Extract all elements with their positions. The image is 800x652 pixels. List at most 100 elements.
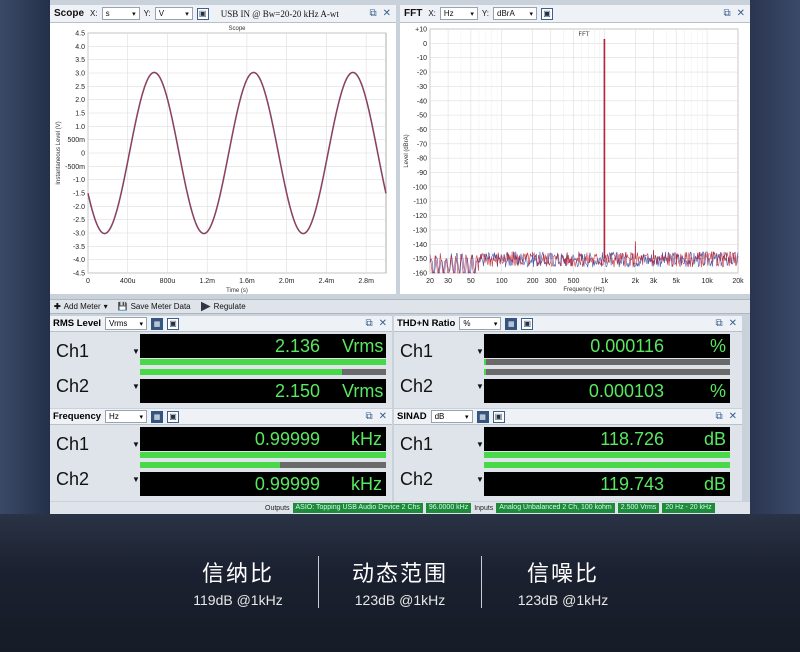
freq-header: Frequency Hz ▾ ▦ ▣ ⧉ ✕	[50, 409, 392, 425]
fft-chart: FFT +10 0 -10 -20 -30 -40 -50 -60 -70 -80 -90 -100 -1…	[404, 27, 744, 294]
regulate-button[interactable]: Regulate	[200, 301, 246, 312]
popout-icon[interactable]: ⧉	[365, 318, 372, 329]
scope-plot-title: Scope	[228, 26, 246, 32]
close-icon[interactable]: ✕	[737, 8, 745, 19]
fft-plot: FFT +10 0 -10 -20 -30 -40 -50 -60 -70 -80 -90 -100 -1…	[400, 23, 750, 294]
scope-x-tick-label: 1.6m	[239, 278, 255, 285]
scope-x-tick-label: 800u	[160, 278, 176, 285]
save-icon: 💾	[117, 302, 128, 311]
meter-mode-icon[interactable]: ▦	[151, 410, 164, 423]
popout-icon[interactable]: ⧉	[715, 411, 722, 422]
freq-unit: Hz	[109, 412, 119, 421]
chevron-down-icon[interactable]: ▼	[476, 347, 484, 356]
scope-y-tick-label: -3.0	[73, 231, 85, 238]
chevron-down-icon: ▾	[465, 413, 469, 421]
thdn-ch1-display: 0.000116%	[484, 334, 730, 358]
chevron-down-icon[interactable]: ▼	[132, 475, 140, 484]
thdn-ch2-display: 0.000103%	[484, 379, 730, 403]
meter-mode-icon[interactable]: ▦	[151, 317, 164, 330]
play-icon	[200, 301, 211, 312]
thdn-ch2-value: 0.000103	[588, 380, 664, 401]
save-meter-data-button[interactable]: 💾 Save Meter Data	[118, 302, 191, 311]
thdn-ch2-bar	[484, 369, 730, 375]
fft-x-unit: Hz	[443, 9, 454, 18]
status-bandwidth[interactable]: 20 Hz - 20 kHz	[662, 503, 715, 513]
sinad-settings-icon[interactable]: ▣	[492, 410, 505, 423]
rms-ch1-unit: Vrms	[342, 335, 384, 356]
thdn-ch2-bar-fill	[484, 369, 487, 375]
fft-x-tick-label: 5k	[672, 278, 680, 285]
freq-ch1-display: 0.99999 kHz	[140, 427, 386, 451]
freq-ch1-bar-fill	[140, 452, 386, 458]
close-icon[interactable]: ✕	[379, 318, 387, 329]
scope-y-unit: V	[158, 9, 165, 18]
scope-x-label: X:	[90, 9, 98, 18]
scope-x-tick-label: 2.4m	[319, 278, 335, 285]
chevron-down-icon[interactable]: ▼	[476, 440, 484, 449]
freq-ch2-value: 0.99999	[254, 473, 320, 494]
fft-y-tick-label: -80	[417, 156, 427, 163]
chevron-down-icon[interactable]: ▼	[476, 475, 484, 484]
fft-x-label: X:	[428, 9, 436, 18]
close-icon[interactable]: ✕	[379, 411, 387, 422]
fft-x-tick-label: 200	[527, 278, 539, 285]
thdn-settings-icon[interactable]: ▣	[521, 317, 534, 330]
fft-title: FFT	[404, 8, 423, 19]
fft-x-unit-select[interactable]: Hz ▾	[439, 7, 478, 20]
status-sample-rate[interactable]: 96.0000 kHz	[425, 503, 472, 513]
sinad-ch1-display: 118.726 dB	[484, 427, 730, 451]
status-input-range[interactable]: 2.500 Vrms	[617, 503, 660, 513]
freq-ch2-display: 0.99999 kHz	[140, 472, 386, 496]
scope-x-unit: s	[105, 9, 110, 18]
sinad-header: SINAD dB ▾ ▦ ▣ ⧉ ✕	[394, 409, 742, 425]
popout-icon[interactable]: ⧉	[365, 411, 372, 422]
fft-plot-title: FFT	[579, 32, 590, 38]
meter-mode-icon[interactable]: ▦	[505, 317, 518, 330]
meter-mode-icon[interactable]: ▦	[476, 410, 489, 423]
add-meter-button[interactable]: ✚ Add Meter ▾	[54, 302, 108, 311]
fft-y-tick-label: +10	[415, 27, 427, 34]
scope-x-tick-label: 2.0m	[279, 278, 295, 285]
fft-y-unit-select[interactable]: dBrA ▾	[493, 7, 538, 20]
close-icon[interactable]: ✕	[729, 318, 737, 329]
popout-icon[interactable]: ⧉	[715, 318, 722, 329]
rms-level-meter: RMS Level Vrms ▾ ▦ ▣ ⧉ ✕ Ch1 ▼ 2.136 Vrms C…	[50, 316, 392, 408]
sinad-unit-select[interactable]: dB ▾	[430, 410, 473, 423]
rms-unit-select[interactable]: Vrms ▾	[105, 317, 148, 330]
spec-sinad: 信纳比 119dB @1kHz	[158, 556, 318, 608]
rms-ch2-display: 2.150 Vrms	[140, 379, 386, 403]
thdn-ch1-value: 0.000116	[590, 335, 664, 356]
scope-settings-icon[interactable]: ▣	[196, 7, 209, 20]
meter-toolbar: ✚ Add Meter ▾ 💾 Save Meter Data Regulate	[50, 299, 750, 314]
close-icon[interactable]: ✕	[729, 411, 737, 422]
rms-ch2-bar-fill	[140, 369, 342, 375]
status-input-config[interactable]: Analog Unbalanced 2 Ch, 100 kohm	[496, 503, 615, 513]
scope-x-tick-label: 0	[86, 278, 90, 285]
freq-ch2-bar	[140, 462, 386, 468]
status-output-device[interactable]: ASIO: Topping USB Audio Device 2 Chs	[292, 503, 423, 513]
thdn-unit-select[interactable]: % ▾	[459, 317, 502, 330]
sinad-ch2-bar-fill	[484, 462, 730, 468]
scope-x-unit-select[interactable]: s ▾	[101, 7, 140, 20]
fft-y-tick-label: -20	[417, 70, 427, 77]
freq-unit-select[interactable]: Hz ▾	[105, 410, 148, 423]
scope-y-label: Y:	[143, 9, 151, 18]
fft-y-tick-label: -140	[413, 242, 427, 249]
chevron-down-icon[interactable]: ▼	[132, 382, 140, 391]
chevron-down-icon[interactable]: ▼	[132, 347, 140, 356]
fft-settings-icon[interactable]: ▣	[541, 7, 554, 20]
sinad-ch2-label: Ch2	[400, 469, 434, 489]
status-inputs-label: Inputs	[474, 504, 494, 512]
scope-y-unit-select[interactable]: V ▾	[154, 7, 193, 20]
freq-settings-icon[interactable]: ▣	[167, 410, 180, 423]
popout-icon[interactable]: ⧉	[369, 8, 376, 19]
fft-y-tick-label: 0	[423, 41, 427, 48]
rms-settings-icon[interactable]: ▣	[167, 317, 180, 330]
popout-icon[interactable]: ⧉	[723, 8, 730, 19]
chevron-down-icon[interactable]: ▼	[132, 440, 140, 449]
freq-ch1-bar	[140, 452, 386, 458]
add-meter-label: Add Meter	[63, 302, 101, 311]
thdn-ch1-bar	[484, 359, 730, 365]
chevron-down-icon[interactable]: ▼	[476, 382, 484, 391]
close-icon[interactable]: ✕	[383, 8, 391, 19]
